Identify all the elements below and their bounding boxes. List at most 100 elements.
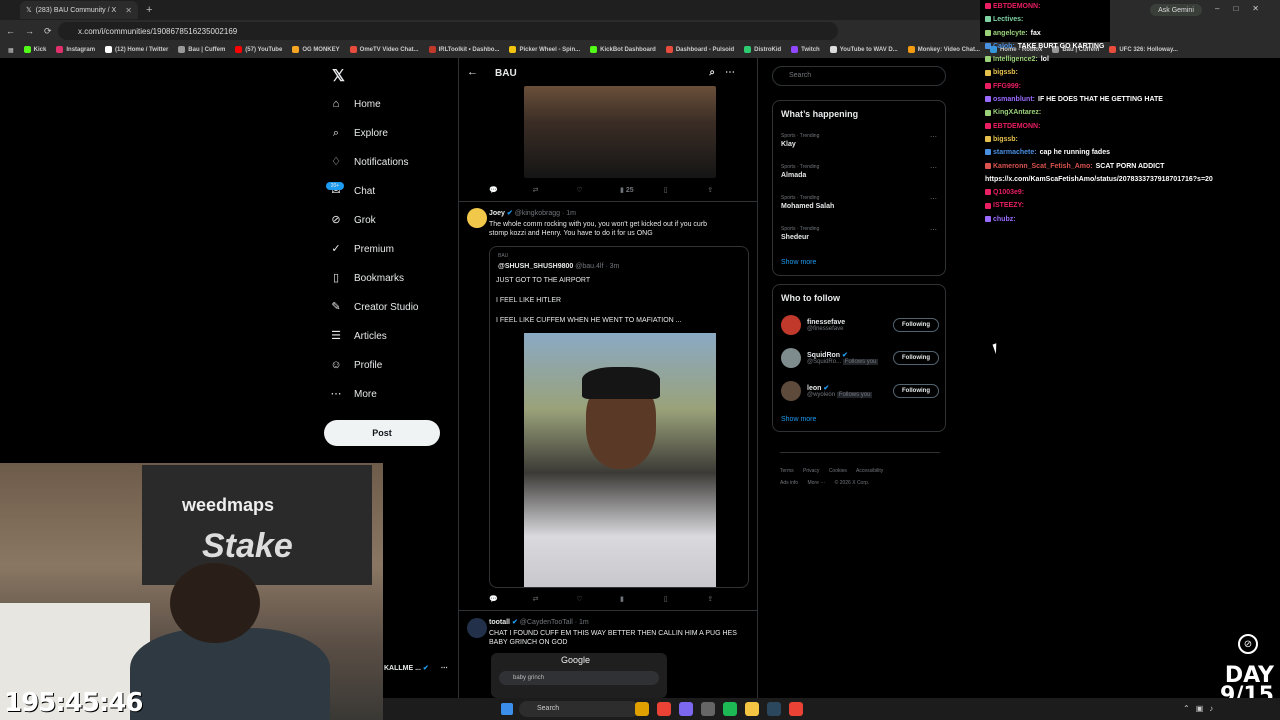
chat-username[interactable]: starmachete: xyxy=(993,149,1037,156)
chrome-icon[interactable] xyxy=(657,702,671,716)
back-arrow-icon[interactable]: ← xyxy=(467,66,478,78)
share-icon[interactable]: ⇪ xyxy=(707,595,751,603)
quoted-tweet[interactable]: BAU @SHUSH_SHUSH9800 @bau.4lf · 3m JUST … xyxy=(489,246,749,588)
taskbar-app-icon[interactable] xyxy=(679,702,693,716)
chat-username[interactable]: EBTDEMONN: xyxy=(993,123,1040,130)
more-options-icon[interactable]: ⋯ xyxy=(930,226,937,234)
bookmark-item[interactable]: OG MONKEY xyxy=(292,46,340,54)
nav-notifications[interactable]: ♢ Notifications xyxy=(330,156,408,168)
bookmark-item[interactable]: Dashboard - Pulsoid xyxy=(665,46,734,54)
reload-icon[interactable]: ⟳ xyxy=(44,26,52,37)
trend-item[interactable]: Sports · Trending Shedeur xyxy=(781,226,819,241)
taskbar-app-icon[interactable] xyxy=(723,702,737,716)
nav-premium[interactable]: ✓ Premium xyxy=(330,243,394,255)
chat-username[interactable]: Q1003e9: xyxy=(993,189,1024,196)
footer-link[interactable]: More ··· xyxy=(807,480,825,486)
bookmark-item[interactable]: Bau | Cuffem xyxy=(178,46,225,54)
avatar[interactable] xyxy=(781,381,801,401)
post-button[interactable]: Post xyxy=(324,420,440,446)
nav-bookmarks[interactable]: ▯ Bookmarks xyxy=(330,272,404,284)
follow-suggestion[interactable]: leon ✔ @wyoleon Follows you Following xyxy=(781,381,939,401)
bookmark-item[interactable]: (12) Home / Twitter xyxy=(105,46,168,54)
avatar[interactable] xyxy=(467,208,487,228)
footer-link[interactable]: Terms xyxy=(780,468,794,474)
forward-icon[interactable]: → xyxy=(25,26,34,36)
address-bar[interactable]: x.com/i/communities/1908678516235002169 xyxy=(58,22,838,40)
chat-username[interactable]: angelcyte: xyxy=(993,30,1028,37)
chat-username[interactable]: FFG999: xyxy=(993,83,1021,90)
retweet-icon[interactable]: ⇄ xyxy=(533,186,577,194)
tweet-author[interactable]: Joey ✔ @kingkobragg · 1m xyxy=(489,209,576,217)
views-icon[interactable]: ▮ 25 xyxy=(620,186,664,194)
chat-username[interactable]: Lectives: xyxy=(993,16,1023,23)
trend-item[interactable]: Sports · Trending Almada xyxy=(781,164,819,179)
tweet-author[interactable]: tootall ✔ @CaydenTooTall · 1m xyxy=(489,618,589,626)
bookmark-icon[interactable]: ▯ xyxy=(664,186,708,194)
nav-grok[interactable]: ⊘ Grok xyxy=(330,214,375,226)
show-more-link[interactable]: Show more xyxy=(781,416,816,423)
bookmark-item[interactable]: Twitch xyxy=(791,46,820,54)
chat-username[interactable]: chubz: xyxy=(993,216,1016,223)
following-button[interactable]: Following xyxy=(893,384,939,398)
like-icon[interactable]: ♡ xyxy=(576,186,620,194)
steam-icon[interactable] xyxy=(767,702,781,716)
following-button[interactable]: Following xyxy=(893,351,939,365)
more-options-icon[interactable]: ⋯ xyxy=(930,195,937,203)
windows-start-icon[interactable] xyxy=(501,703,513,715)
chat-username[interactable]: bigssb: xyxy=(993,136,1018,143)
grok-circle-icon[interactable]: ⊘ xyxy=(1238,634,1258,654)
bookmark-item[interactable]: IRLToolkit • Dashbo... xyxy=(428,46,499,54)
bookmark-item[interactable]: Picker Wheel - Spin... xyxy=(509,46,580,54)
views-icon[interactable]: ▮ xyxy=(620,595,664,603)
more-options-icon[interactable]: ⋯ xyxy=(930,133,937,141)
chat-username[interactable]: EBTDEMONN: xyxy=(993,3,1040,10)
bookmark-item[interactable]: DistroKid xyxy=(744,46,781,54)
show-more-link[interactable]: Show more xyxy=(781,259,816,266)
back-icon[interactable]: ← xyxy=(6,26,15,36)
chat-username[interactable]: KingXAntarez: xyxy=(993,109,1041,116)
more-options-icon[interactable]: ⋯ xyxy=(930,164,937,172)
bookmark-item[interactable]: Kick xyxy=(23,46,46,54)
account-switcher[interactable]: KALLME ... ✔ ⋯ xyxy=(384,664,448,672)
taskbar-search[interactable]: Search xyxy=(519,701,639,717)
close-tab-icon[interactable]: ✕ xyxy=(125,6,132,15)
following-button[interactable]: Following xyxy=(893,318,939,332)
chat-username[interactable]: Kameronn_Scat_Fetish_Amo: xyxy=(993,163,1093,170)
nav-creator-studio[interactable]: ✎ Creator Studio xyxy=(330,301,418,313)
footer-link[interactable]: Ads info xyxy=(780,480,798,486)
bookmark-item[interactable]: Monkey: Video Chat... xyxy=(907,46,980,54)
nav-home[interactable]: ⌂ Home xyxy=(330,98,381,110)
tweet-media-screenshot[interactable]: Google baby grinch xyxy=(491,653,667,698)
header-actions[interactable]: ⌕⋯ xyxy=(709,67,745,78)
reply-icon[interactable]: 💬 xyxy=(489,186,533,194)
taskbar-app-icon[interactable] xyxy=(635,702,649,716)
bookmark-item[interactable]: Instagram xyxy=(56,46,95,54)
bookmark-item[interactable]: KickBot Dashboard xyxy=(590,46,656,54)
avatar[interactable] xyxy=(467,618,487,638)
bookmark-item[interactable]: OmeTV Video Chat... xyxy=(349,46,419,54)
footer-link[interactable]: Cookies xyxy=(829,468,847,474)
trend-item[interactable]: Sports · Trending Klay xyxy=(781,133,819,148)
retweet-icon[interactable]: ⇄ xyxy=(533,595,577,603)
chrome-icon[interactable] xyxy=(789,702,803,716)
apps-icon[interactable]: ▦ xyxy=(8,47,14,54)
tweet-media-image[interactable] xyxy=(524,86,716,178)
chat-username[interactable]: Calob: xyxy=(993,43,1015,50)
bookmark-item[interactable]: (57) YouTube xyxy=(235,46,282,54)
like-icon[interactable]: ♡ xyxy=(576,595,620,603)
chat-username[interactable]: bigssb: xyxy=(993,69,1018,76)
follow-suggestion[interactable]: finessefave @finessefave Following xyxy=(781,315,939,335)
browser-tab[interactable]: 𝕏 (283) BAU Community / X ✕ xyxy=(20,1,138,19)
x-logo-icon[interactable]: 𝕏 xyxy=(332,66,345,86)
chat-username[interactable]: osmanblunt: xyxy=(993,96,1035,103)
quote-media-image[interactable] xyxy=(524,333,716,587)
chat-username[interactable]: Intelligence2: xyxy=(993,56,1038,63)
avatar[interactable] xyxy=(781,348,801,368)
bookmark-icon[interactable]: ▯ xyxy=(664,595,708,603)
share-icon[interactable]: ⇪ xyxy=(707,186,751,194)
trend-item[interactable]: Sports · Trending Mohamed Salah xyxy=(781,195,834,210)
footer-link[interactable]: Privacy xyxy=(803,468,819,474)
footer-link[interactable]: Accessibility xyxy=(856,468,883,474)
follow-suggestion[interactable]: SquidRon ✔ @SquidRo... Follows you Follow… xyxy=(781,348,939,368)
reply-icon[interactable]: 💬 xyxy=(489,595,533,603)
